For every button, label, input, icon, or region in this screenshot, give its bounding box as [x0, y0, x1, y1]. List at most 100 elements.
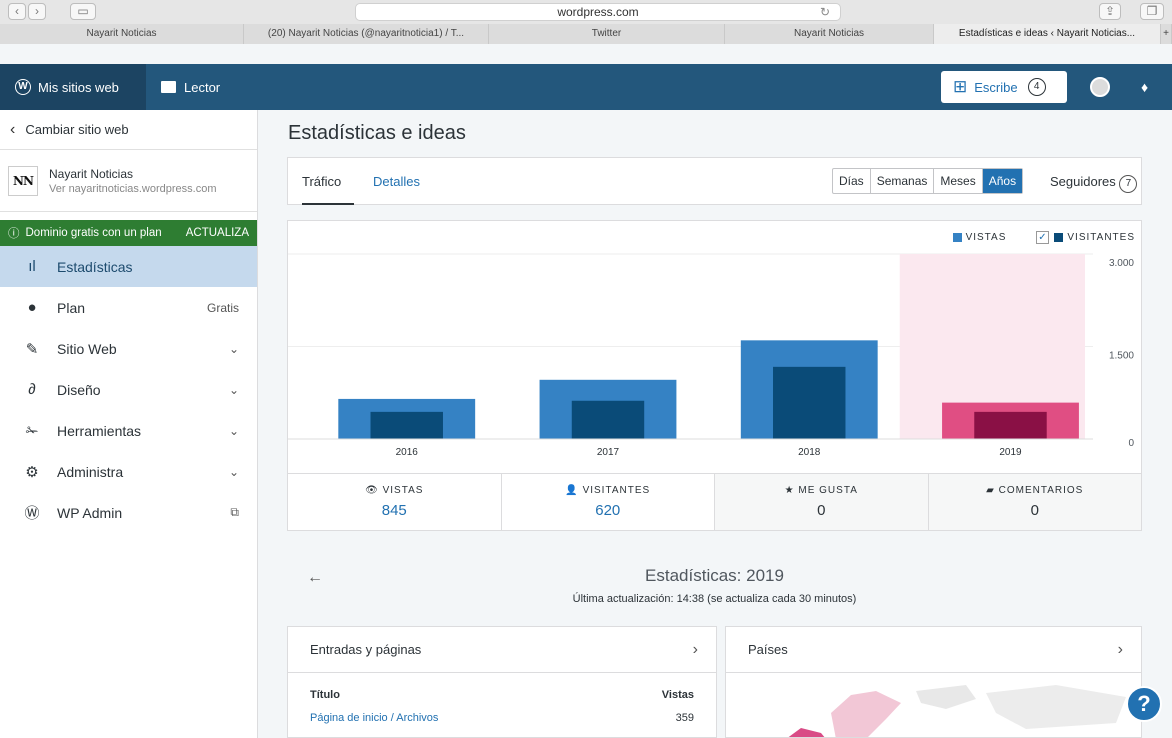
browser-tab[interactable]: Twitter [489, 24, 725, 44]
my-sites-label: Mis sitios web [38, 79, 119, 95]
bar-visitors [571, 400, 645, 439]
y-tick-label: 1.500 [1109, 351, 1134, 362]
tab-details[interactable]: Detalles [373, 158, 420, 205]
forward-nav-button[interactable]: › [28, 3, 46, 20]
help-button[interactable]: ? [1126, 686, 1162, 722]
column-title: Título [310, 689, 340, 701]
x-tick-label: 2016 [396, 447, 419, 458]
column-views: Vistas [661, 689, 694, 701]
period-selector: Días Semanas Meses Años [832, 168, 1024, 194]
external-link-icon: ⧉ [230, 505, 239, 519]
period-years[interactable]: Años [982, 169, 1023, 193]
x-tick-label: 2018 [798, 447, 821, 458]
upgrade-link[interactable]: ACTUALIZA [186, 227, 249, 239]
switch-site-button[interactable]: ‹ Cambiar sitio web [0, 110, 257, 150]
sidebar-item-plan[interactable]: ● Plan Gratis [0, 287, 257, 328]
stats-chart-card: VISTAS ✓ VISITANTES 3.000 1.500 0 2016 2017 20… [287, 220, 1142, 531]
period-summary: ← Estadísticas: 2019 Última actualizació… [287, 550, 1142, 610]
notifications-icon[interactable]: ♦ [1141, 79, 1157, 95]
reader-button[interactable]: Lector [161, 64, 220, 110]
followers-label: Seguidores [1050, 174, 1116, 189]
brush-icon: ∂ [28, 381, 36, 398]
chevron-down-icon: ⌄ [228, 423, 239, 438]
browser-tab-active[interactable]: Estadísticas e ideas ‹ Nayarit Noticias.… [934, 24, 1161, 44]
reader-label: Lector [184, 79, 221, 95]
stat-tab-comments[interactable]: ▰ COMENTARIOS 0 [928, 474, 1141, 530]
sidebar-item-design[interactable]: ∂ Diseño ⌄ [0, 369, 257, 410]
countries-card-header[interactable]: Países › [726, 627, 1141, 673]
share-button[interactable]: ⇪ [1099, 3, 1121, 20]
bar-visitors [773, 366, 846, 439]
period-days[interactable]: Días [833, 169, 871, 193]
bar-visitors [974, 411, 1047, 439]
stat-value: 0 [1030, 502, 1039, 519]
browser-tabs: Nayarit Noticias (20) Nayarit Noticias (… [0, 24, 1172, 44]
site-card[interactable]: NN Nayarit Noticias Ver nayaritnoticias.w… [0, 150, 257, 212]
masterbar: W Mis sitios web Lector ⊞ Escribe 4 ♦ [0, 64, 1172, 110]
site-logo: NN [8, 165, 38, 196]
write-button[interactable]: ⊞ Escribe 4 [941, 71, 1067, 103]
sidebar-item-site[interactable]: ✎ Sitio Web ⌄ [0, 328, 257, 369]
followers-link[interactable]: Seguidores 7 [1050, 158, 1138, 205]
tab-traffic[interactable]: Tráfico [302, 158, 354, 205]
sidebar-item-label: Diseño [57, 381, 101, 398]
avatar[interactable] [1090, 77, 1110, 97]
stats-nav: Tráfico Detalles Días Semanas Meses Años… [287, 157, 1142, 205]
chevron-down-icon: ⌄ [228, 382, 239, 397]
x-tick-label: 2017 [597, 447, 620, 458]
stat-value: 0 [817, 502, 826, 519]
stat-value: 845 [381, 502, 407, 519]
stat-tab-views[interactable]: 👁 VISTAS 845 [288, 474, 502, 530]
post-link[interactable]: Página de inicio / Archivos [310, 712, 438, 724]
plan-badge: Gratis [206, 300, 239, 315]
stat-label: 👤 VISITANTES [565, 485, 651, 496]
sidebar-item-manage[interactable]: ⚙ Administra ⌄ [0, 451, 257, 492]
page-title: Estadísticas e ideas [288, 122, 466, 144]
sidebar-item-stats[interactable]: ıl Estadísticas [0, 246, 257, 287]
plan-icon: ● [27, 299, 37, 316]
reload-icon[interactable]: ↻ [820, 4, 830, 21]
period-months[interactable]: Meses [934, 169, 983, 193]
sidebar-item-tools[interactable]: ✁ Herramientas ⌄ [0, 410, 257, 451]
sidebar-item-label: Administra [57, 463, 124, 480]
pencil-icon: ✎ [25, 340, 39, 358]
sidebar-item-label: WP Admin [57, 504, 123, 521]
browser-tab[interactable]: Nayarit Noticias [0, 24, 244, 44]
world-map[interactable] [726, 673, 1142, 738]
chevron-right-icon[interactable]: › [693, 627, 698, 673]
sidebar-item-wp-admin[interactable]: Ⓦ WP Admin ⧉ [0, 492, 257, 533]
site-url[interactable]: Ver nayaritnoticias.wordpress.com [49, 183, 217, 195]
summary-subtitle: Última actualización: 14:38 (se actualiz… [572, 593, 857, 605]
posts-card-header[interactable]: Entradas y páginas › [288, 627, 716, 673]
reader-icon [161, 81, 176, 93]
info-icon: ⓘ [8, 228, 20, 240]
back-nav-button[interactable]: ‹ [8, 3, 26, 20]
upsell-banner[interactable]: ⓘ Dominio gratis con un plan ACTUALIZA [0, 220, 257, 246]
browser-tab[interactable]: Nayarit Noticias [725, 24, 934, 44]
stat-tab-likes[interactable]: ★ ME GUSTA 0 [715, 474, 929, 530]
post-views: 359 [675, 712, 694, 724]
y-tick-label: 0 [1128, 438, 1134, 449]
chevron-down-icon: ⌄ [228, 464, 239, 479]
url-bar[interactable]: wordpress.com ↻ [355, 3, 841, 21]
countries-card: Países › [725, 626, 1142, 738]
wrench-icon: ✁ [25, 422, 39, 440]
new-tab-button[interactable]: + [1161, 24, 1172, 44]
main-content: Estadísticas e ideas Tráfico Detalles Dí… [258, 110, 1172, 738]
tabs-overview-button[interactable]: ❐ [1140, 3, 1164, 20]
stats-icon: ıl [28, 258, 36, 275]
card-title: Entradas y páginas [310, 642, 422, 657]
sidebar: ‹ Cambiar sitio web NN Nayarit Noticias Ve… [0, 110, 258, 738]
bar-chart: 3.000 1.500 0 2016 2017 2018 2019 [288, 253, 1134, 458]
stat-tab-visitors[interactable]: 👤 VISITANTES 620 [501, 474, 715, 530]
browser-tab[interactable]: (20) Nayarit Noticias (@nayaritnoticia1)… [244, 24, 489, 44]
chevron-right-icon[interactable]: › [1118, 627, 1123, 673]
stat-label: 👁 VISTAS [365, 485, 424, 496]
period-weeks[interactable]: Semanas [871, 169, 935, 193]
table-row: Página de inicio / Archivos 359 [288, 701, 716, 724]
upsell-text: Dominio gratis con un plan [25, 227, 162, 239]
sidebar-toggle-button[interactable]: ▭ [70, 3, 96, 20]
my-sites-button[interactable]: W Mis sitios web [0, 64, 146, 110]
browser-chrome: ‹ › ▭ wordpress.com ↻ ⇪ ❐ Nayarit Noticia… [0, 0, 1172, 44]
card-title: Países [748, 642, 788, 657]
